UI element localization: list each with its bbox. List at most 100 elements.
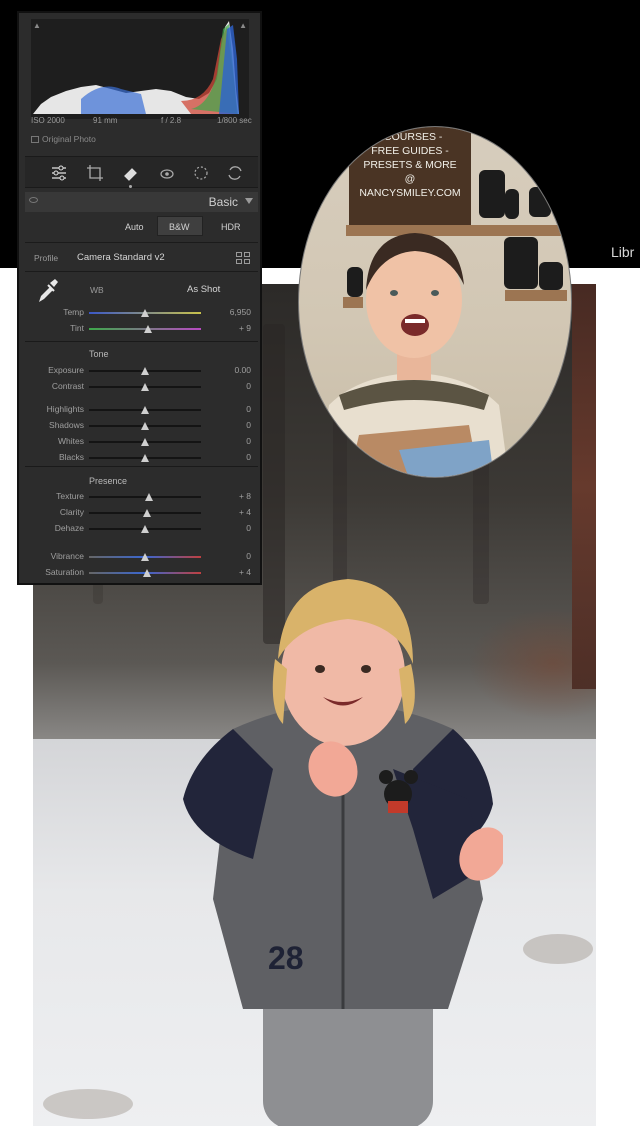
slider-track[interactable] [89,406,201,414]
slider-thumb[interactable] [141,525,149,533]
slider-vibrance[interactable]: Vibrance 0 [25,551,258,563]
slider-shadows[interactable]: Shadows 0 [25,420,258,432]
slider-value[interactable]: 0 [246,452,251,462]
slider-thumb[interactable] [141,454,149,462]
slider-thumb[interactable] [143,509,152,517]
library-module-label[interactable]: Libr [611,244,634,260]
profile-label: Profile [34,253,59,263]
slider-track[interactable] [89,438,201,446]
slider-thumb[interactable] [141,309,149,317]
slider-track[interactable] [89,383,201,391]
slider-thumb[interactable] [141,367,149,375]
slider-value[interactable]: 0 [246,420,251,430]
slider-value[interactable]: + 9 [239,323,251,333]
highlight-clipping-icon[interactable]: ▲ [237,21,247,31]
shutter-speed-value: 1/800 sec [217,116,252,125]
child-figure: 28 [183,579,503,1126]
edit-sliders-icon[interactable] [49,163,69,183]
active-tool-indicator [129,185,132,188]
slider-blacks[interactable]: Blacks 0 [25,452,258,464]
slider-thumb[interactable] [141,438,149,446]
slider-label: Shadows [49,420,84,430]
visibility-toggle-icon[interactable] [29,197,38,203]
slider-label: Texture [56,491,84,501]
slider-track[interactable] [89,525,201,533]
slider-highlights[interactable]: Highlights 0 [25,404,258,416]
sign-line: PRESETS & MORE [363,159,457,171]
sign-line: @ [404,173,416,185]
slider-thumb[interactable] [141,553,149,561]
slider-track[interactable] [89,493,201,501]
wall-sign: - COURSES - FREE GUIDES - PRESETS & MORE… [349,127,471,225]
healing-icon[interactable] [121,163,141,183]
collapse-triangle-icon[interactable] [245,198,253,204]
hdr-button[interactable]: HDR [221,222,241,232]
presence-section-title: Presence [89,476,128,486]
divider [25,341,258,342]
slider-tint[interactable]: Tint + 9 [25,323,258,335]
slider-thumb[interactable] [141,422,149,430]
slider-label: Blacks [58,452,84,462]
shadow-clipping-icon[interactable]: ▲ [33,21,43,31]
bw-button[interactable]: B&W [169,222,190,232]
masking-icon[interactable] [191,163,211,183]
presets-icon[interactable] [225,163,245,183]
eyedropper-icon[interactable] [35,278,59,304]
slider-track[interactable] [89,325,201,333]
slider-temp[interactable]: Temp 6,950 [25,307,258,319]
slider-label: Dehaze [54,523,84,533]
slider-value[interactable]: + 4 [239,567,251,577]
slider-dehaze[interactable]: Dehaze 0 [25,523,258,535]
slider-saturation[interactable]: Saturation + 4 [25,567,258,579]
slider-exposure[interactable]: Exposure 0.00 [25,365,258,377]
slider-track[interactable] [89,309,201,317]
slider-label: Highlights [46,404,84,414]
slider-value[interactable]: 0.00 [234,365,251,375]
slider-label: Whites [58,436,84,446]
slider-value[interactable]: 0 [246,436,251,446]
histogram-graph [33,21,239,114]
original-photo-toggle[interactable]: Original Photo [31,134,96,144]
slider-value[interactable]: + 8 [239,491,251,501]
slider-track[interactable] [89,367,201,375]
slider-thumb[interactable] [141,383,149,391]
slider-value[interactable]: 0 [246,381,251,391]
jacket-number: 28 [268,940,304,976]
slider-label: Tint [70,323,84,333]
slider-thumb[interactable] [141,406,149,414]
presenter-video-bubble: - COURSES - FREE GUIDES - PRESETS & MORE… [298,126,572,478]
histogram: ▲ ▲ [31,19,249,119]
crop-icon[interactable] [85,163,105,183]
slider-track[interactable] [89,569,201,577]
slider-texture[interactable]: Texture + 8 [25,491,258,503]
auto-button[interactable]: Auto [125,222,144,232]
focal-length-value: 91 mm [93,116,118,125]
slider-value[interactable]: 0 [246,404,251,414]
slider-thumb[interactable] [143,569,152,577]
wb-label: WB [90,285,104,295]
wb-dropdown[interactable]: As Shot [187,284,220,295]
slider-track[interactable] [89,553,201,561]
slider-whites[interactable]: Whites 0 [25,436,258,448]
slider-thumb[interactable] [145,493,154,501]
slider-clarity[interactable]: Clarity + 4 [25,507,258,519]
slider-label: Exposure [48,365,84,375]
slider-value[interactable]: 6,950 [230,307,251,317]
basic-section-header[interactable]: Basic [25,192,258,212]
profile-browser-icon[interactable] [236,252,250,264]
profile-dropdown[interactable]: Camera Standard v2 [77,252,165,263]
redeye-icon[interactable] [157,163,177,183]
slider-contrast[interactable]: Contrast 0 [25,381,258,393]
slider-track[interactable] [89,422,201,430]
aperture-value: f / 2.8 [161,116,182,125]
slider-value[interactable]: 0 [246,523,251,533]
checkbox-icon[interactable] [31,136,39,143]
slider-track[interactable] [89,509,201,517]
original-photo-label: Original Photo [42,134,96,144]
slider-value[interactable]: + 4 [239,507,251,517]
slider-track[interactable] [89,454,201,462]
screen: Libr 28 ▲ ▲ ISO 2000 91 mm f / 2.8 1/800… [0,0,640,1136]
slider-value[interactable]: 0 [246,551,251,561]
slider-label: Temp [63,307,84,317]
slider-thumb[interactable] [144,325,153,333]
